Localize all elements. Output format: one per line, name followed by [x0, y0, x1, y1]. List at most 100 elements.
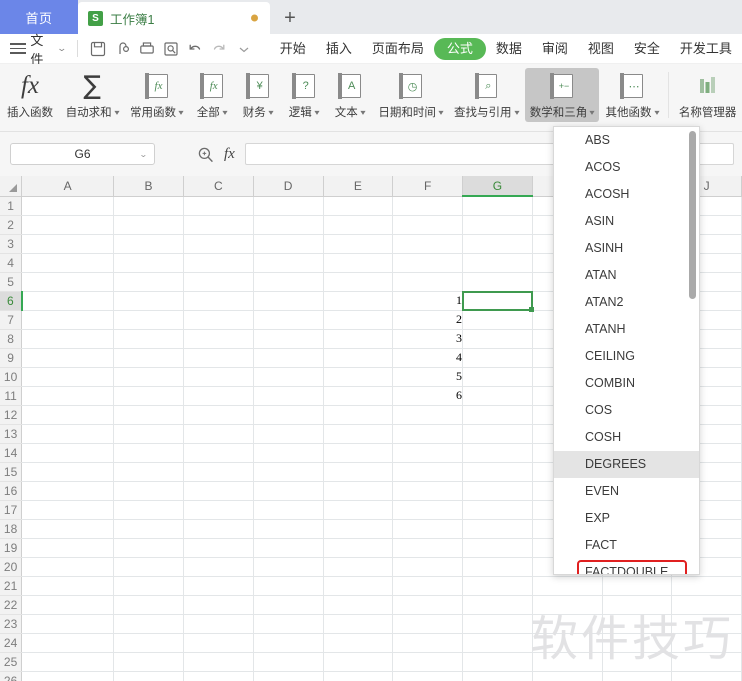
cell-d23[interactable] [253, 614, 324, 634]
cell-b4[interactable] [113, 253, 184, 273]
row-header-16[interactable]: 16 [0, 481, 23, 501]
cell-f6[interactable]: 1 [392, 291, 464, 311]
cell-a15[interactable] [21, 462, 115, 482]
hamburger-icon[interactable] [10, 43, 26, 54]
cell-g18[interactable] [462, 519, 533, 539]
cell-f25[interactable] [392, 652, 464, 672]
cell-e13[interactable] [323, 424, 394, 444]
cell-e1[interactable] [323, 196, 394, 216]
cell-g13[interactable] [462, 424, 533, 444]
cell-g11[interactable] [462, 386, 533, 406]
chevron-down-icon[interactable]: ▾ [438, 108, 443, 117]
text-functions-button[interactable]: A 文本 ▾ [328, 68, 372, 122]
function-item-combin[interactable]: COMBIN [554, 370, 699, 397]
cell-e6[interactable] [323, 291, 394, 311]
cell-g25[interactable] [462, 652, 533, 672]
cell-d21[interactable] [253, 576, 324, 596]
cell-c13[interactable] [183, 424, 254, 444]
cell-c1[interactable] [183, 196, 254, 216]
tab-start[interactable]: 开始 [270, 38, 316, 60]
tab-insert[interactable]: 插入 [316, 38, 362, 60]
row-header-26[interactable]: 26 [0, 671, 23, 681]
cell-e17[interactable] [323, 500, 394, 520]
cell-c2[interactable] [183, 215, 254, 235]
cell-f1[interactable] [392, 196, 464, 216]
cell-f12[interactable] [392, 405, 464, 425]
row-header-11[interactable]: 11 [0, 386, 23, 406]
cell-e19[interactable] [323, 538, 394, 558]
column-header-e[interactable]: E [323, 176, 394, 197]
cell-b8[interactable] [113, 329, 184, 349]
new-tab-button[interactable]: + [270, 2, 310, 34]
cell-b10[interactable] [113, 367, 184, 387]
row-header-6[interactable]: 6 [0, 291, 23, 311]
common-functions-button[interactable]: fx 常用函数 ▾ [125, 68, 187, 122]
row-header-19[interactable]: 19 [0, 538, 23, 558]
cell-a14[interactable] [21, 443, 115, 463]
cell-d12[interactable] [253, 405, 324, 425]
cell-b14[interactable] [113, 443, 184, 463]
cell-f10[interactable]: 5 [392, 367, 464, 387]
cell-c8[interactable] [183, 329, 254, 349]
cell-e22[interactable] [323, 595, 394, 615]
cell-g9[interactable] [462, 348, 533, 368]
cell-i21[interactable] [602, 576, 673, 596]
cell-f23[interactable] [392, 614, 464, 634]
cell-b18[interactable] [113, 519, 184, 539]
row-header-13[interactable]: 13 [0, 424, 23, 444]
cell-a4[interactable] [21, 253, 115, 273]
cell-d25[interactable] [253, 652, 324, 672]
cell-f26[interactable] [392, 671, 464, 681]
cell-a6[interactable] [21, 291, 115, 311]
chevron-down-icon[interactable]: ▾ [590, 108, 595, 117]
tab-page-layout[interactable]: 页面布局 [362, 38, 434, 60]
cell-a22[interactable] [21, 595, 115, 615]
cell-b1[interactable] [113, 196, 184, 216]
cell-e14[interactable] [323, 443, 394, 463]
tab-data[interactable]: 数据 [486, 38, 532, 60]
redo-icon[interactable] [207, 38, 231, 60]
cell-d6[interactable] [253, 291, 324, 311]
cell-f5[interactable] [392, 272, 464, 292]
cell-d13[interactable] [253, 424, 324, 444]
chevron-down-icon[interactable]: ▾ [222, 108, 227, 117]
other-functions-button[interactable]: ⋯ 其他函数 ▾ [601, 68, 663, 122]
cell-d14[interactable] [253, 443, 324, 463]
cell-d10[interactable] [253, 367, 324, 387]
row-header-14[interactable]: 14 [0, 443, 23, 463]
cell-a1[interactable] [21, 196, 115, 216]
cell-c12[interactable] [183, 405, 254, 425]
cell-e16[interactable] [323, 481, 394, 501]
cell-g19[interactable] [462, 538, 533, 558]
function-item-atan[interactable]: ATAN [554, 262, 699, 289]
row-header-15[interactable]: 15 [0, 462, 23, 482]
cell-c9[interactable] [183, 348, 254, 368]
chevron-down-icon[interactable]: ▾ [514, 108, 519, 117]
cell-c17[interactable] [183, 500, 254, 520]
row-header-7[interactable]: 7 [0, 310, 23, 330]
column-header-f[interactable]: F [392, 176, 464, 197]
date-time-functions-button[interactable]: ◷ 日期和时间 ▾ [374, 68, 448, 122]
cell-d15[interactable] [253, 462, 324, 482]
cell-b16[interactable] [113, 481, 184, 501]
name-manager-button[interactable]: 名称管理器 [674, 68, 741, 122]
cell-d7[interactable] [253, 310, 324, 330]
fx-icon[interactable]: fx [224, 146, 235, 163]
function-item-cos[interactable]: COS [554, 397, 699, 424]
cell-c7[interactable] [183, 310, 254, 330]
function-item-asinh[interactable]: ASINH [554, 235, 699, 262]
cell-h21[interactable] [532, 576, 603, 596]
cell-c21[interactable] [183, 576, 254, 596]
cell-c15[interactable] [183, 462, 254, 482]
cell-g4[interactable] [462, 253, 533, 273]
cell-g12[interactable] [462, 405, 533, 425]
cell-e21[interactable] [323, 576, 394, 596]
cell-c23[interactable] [183, 614, 254, 634]
cell-a7[interactable] [21, 310, 115, 330]
row-header-20[interactable]: 20 [0, 557, 23, 577]
cell-g1[interactable] [462, 196, 533, 216]
cell-f21[interactable] [392, 576, 464, 596]
share-icon[interactable] [110, 38, 134, 60]
cell-c25[interactable] [183, 652, 254, 672]
logical-functions-button[interactable]: ? 逻辑 ▾ [282, 68, 326, 122]
